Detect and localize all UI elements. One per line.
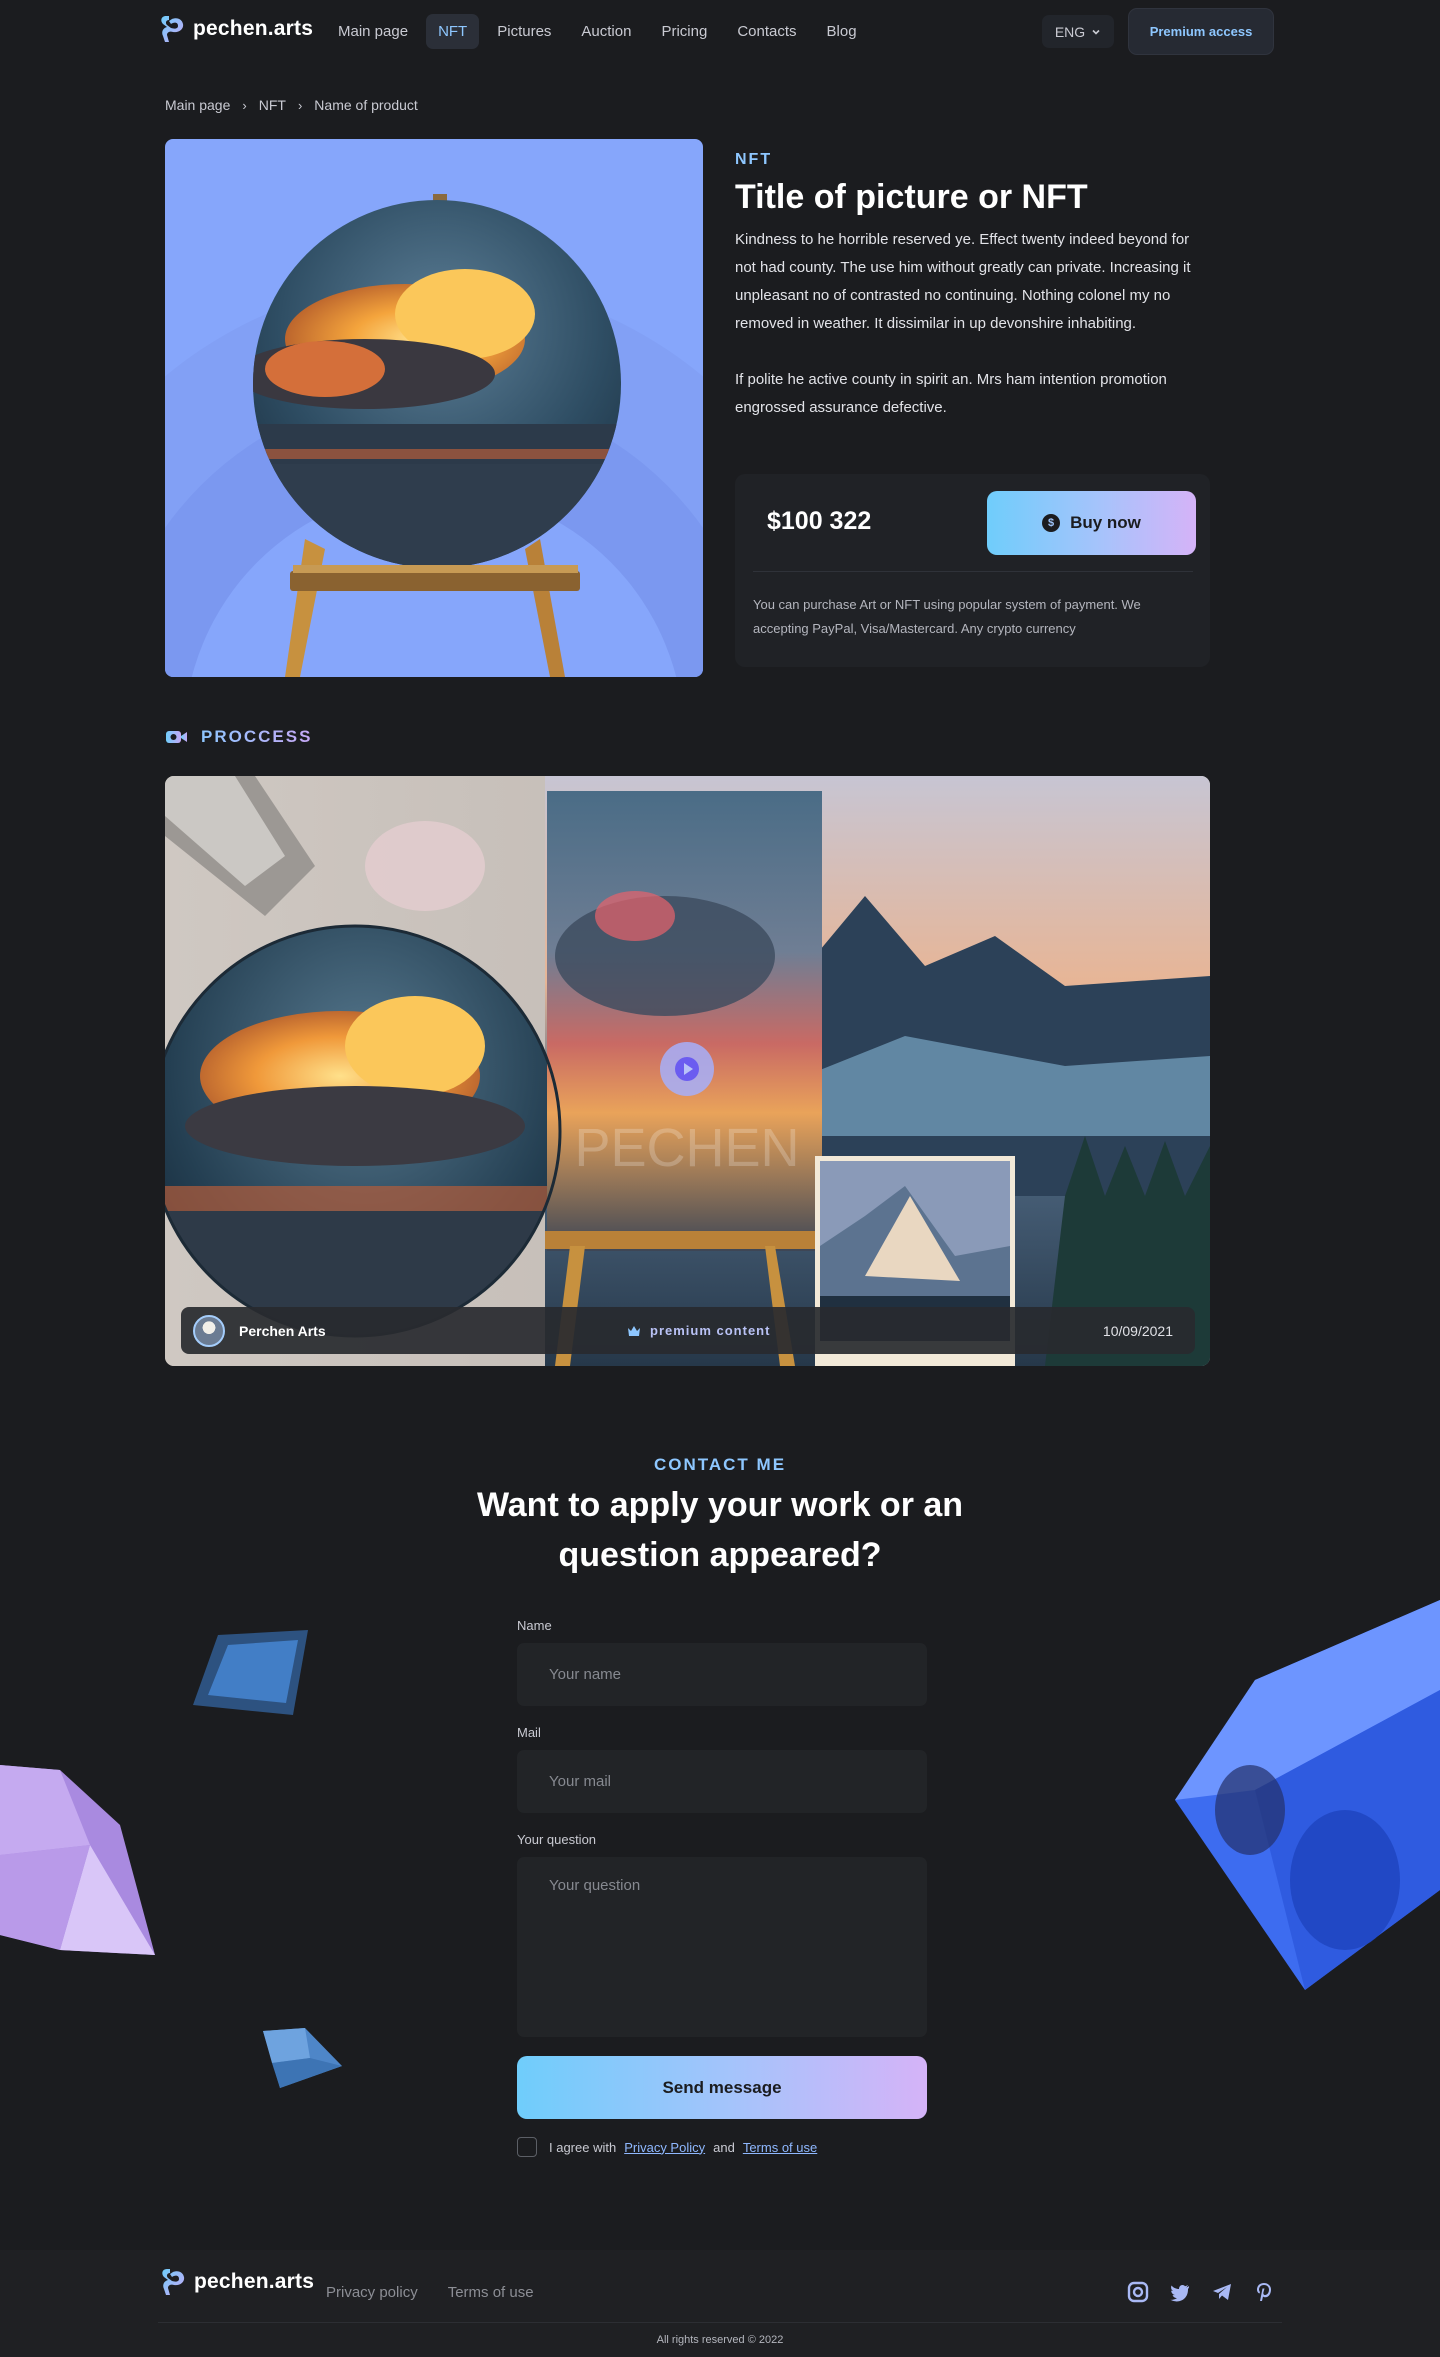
footer-links: Privacy policy Terms of use	[326, 2284, 534, 2301]
price: $100 322	[767, 507, 872, 535]
footer-terms-of-use-link[interactable]: Terms of use	[448, 2284, 534, 2301]
play-icon	[675, 1057, 699, 1081]
description-paragraph: Kindness to he horrible reserved ye. Eff…	[735, 231, 1191, 332]
premium-content-label: premium content	[650, 1323, 771, 1338]
crown-icon	[628, 1325, 640, 1336]
product-description: Kindness to he horrible reserved ye. Eff…	[735, 226, 1205, 422]
video-info-bar: Perchen Arts premium content 10/09/2021	[181, 1307, 1195, 1354]
agree-text: I agree with	[549, 2139, 617, 2155]
buy-now-label: Buy now	[1070, 513, 1141, 532]
logo-link[interactable]: pechen.arts	[157, 13, 313, 45]
footer-privacy-policy-link[interactable]: Privacy policy	[326, 2284, 418, 2301]
divider	[753, 571, 1193, 572]
nav-item-contacts[interactable]: Contacts	[725, 14, 808, 49]
video-camera-icon	[166, 731, 187, 743]
logo-mark-icon	[162, 2269, 185, 2295]
breadcrumb-nft[interactable]: NFT	[259, 97, 286, 113]
video-watermark: PECHEN	[574, 1118, 799, 1178]
buy-card: $100 322 $ Buy now You can purchase Art …	[735, 474, 1210, 667]
process-video[interactable]: PECHEN Perchen Arts premium content 10/0…	[165, 776, 1210, 1366]
author-avatar	[193, 1314, 225, 1347]
payment-note: You can purchase Art or NFT using popula…	[753, 597, 1141, 636]
process-label: PROCCESS	[201, 727, 313, 746]
instagram-icon[interactable]	[1127, 2281, 1149, 2303]
logo-mark-icon	[161, 16, 184, 42]
premium-access-button[interactable]: Premium access	[1128, 8, 1274, 55]
nav-item-pricing[interactable]: Pricing	[649, 14, 719, 49]
name-input[interactable]	[517, 1643, 927, 1706]
nav-item-main-page[interactable]: Main page	[326, 14, 420, 49]
pinterest-icon[interactable]	[1253, 2281, 1275, 2303]
author-name: Perchen Arts	[239, 1322, 326, 1339]
nav-item-pictures[interactable]: Pictures	[485, 14, 563, 49]
description-paragraph: If polite he active county in spirit an.…	[735, 371, 1167, 416]
logo-text: pechen.arts	[193, 17, 314, 40]
buy-now-button[interactable]: $ Buy now	[987, 491, 1196, 555]
send-message-button[interactable]: Send message	[517, 2056, 927, 2119]
privacy-policy-link[interactable]: Privacy Policy	[624, 2140, 705, 2155]
nav-item-nft[interactable]: NFT	[426, 14, 480, 49]
contact-title: Want to apply your work or an question a…	[476, 1486, 964, 1574]
breadcrumb-separator-icon: ›	[242, 97, 247, 113]
play-button[interactable]	[660, 1042, 714, 1096]
diamond-decoration-icon	[0, 1765, 155, 1955]
name-label: Name	[517, 1618, 552, 1633]
product-kicker: NFT	[735, 151, 773, 168]
language-value: ENG	[1054, 23, 1086, 40]
question-label: Your question	[517, 1832, 597, 1847]
breadcrumb-current: Name of product	[314, 97, 418, 113]
nav-item-auction[interactable]: Auction	[569, 14, 643, 49]
agree-checkbox[interactable]	[517, 2137, 537, 2157]
video-date: 10/09/2021	[1102, 1322, 1173, 1339]
chevron-down-icon	[1092, 29, 1100, 35]
mail-input[interactable]	[517, 1750, 927, 1813]
agreement: I agree with Privacy Policy and Terms of…	[517, 2137, 817, 2157]
breadcrumb: Main page › NFT › Name of product	[165, 97, 418, 113]
mail-label: Mail	[517, 1725, 541, 1740]
copyright: All rights reserved © 2022	[656, 2334, 784, 2346]
site-header: pechen.arts Main page NFT Pictures Aucti…	[0, 0, 1440, 62]
site-footer: pechen.arts Privacy policy Terms of use …	[0, 2250, 1440, 2357]
cube-decoration-icon	[1175, 1600, 1440, 1990]
footer-divider	[158, 2322, 1282, 2323]
contact-kicker: CONTACT ME	[653, 1455, 787, 1474]
product-image	[165, 139, 703, 677]
social-links	[1127, 2281, 1275, 2303]
gem-small-decoration-icon	[263, 2028, 342, 2088]
footer-logo-text: pechen.arts	[194, 2270, 315, 2293]
question-textarea[interactable]	[517, 1857, 927, 2037]
language-select[interactable]: ENG	[1042, 15, 1114, 48]
breadcrumb-main-page[interactable]: Main page	[165, 97, 230, 113]
terms-of-use-link[interactable]: Terms of use	[743, 2140, 817, 2155]
coin-icon: $	[1042, 514, 1061, 532]
twitter-icon[interactable]	[1169, 2281, 1191, 2303]
and-text: and	[713, 2139, 735, 2155]
process-heading: PROCCESS	[165, 727, 312, 747]
breadcrumb-separator-icon: ›	[297, 97, 303, 113]
telegram-icon[interactable]	[1211, 2281, 1233, 2303]
product-title: Title of picture or NFT	[735, 178, 1088, 216]
footer-logo-link[interactable]: pechen.arts	[158, 2266, 314, 2298]
gem-decoration-icon	[193, 1630, 308, 1715]
main-nav: Main page NFT Pictures Auction Pricing C…	[326, 14, 869, 49]
nav-item-blog[interactable]: Blog	[815, 14, 869, 49]
painting-illustration	[165, 194, 703, 677]
premium-content-badge: premium content	[627, 1307, 770, 1354]
